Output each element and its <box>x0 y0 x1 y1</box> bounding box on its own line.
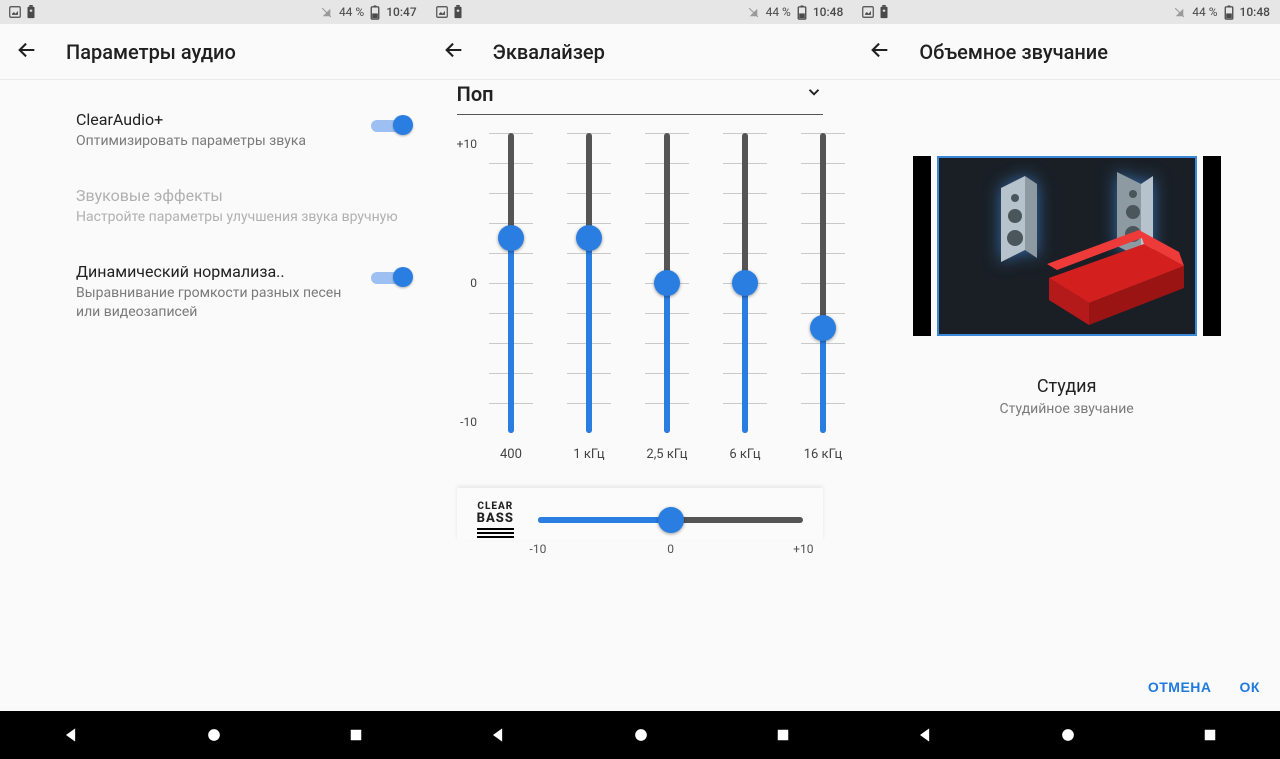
app-bar: Объемное звучание <box>853 24 1280 80</box>
eq-scale: +10 0 -10 <box>457 133 477 433</box>
surround-carousel[interactable] <box>869 126 1264 366</box>
back-icon[interactable] <box>869 39 891 65</box>
no-sim-icon <box>747 6 760 19</box>
nav-back-icon[interactable] <box>488 725 508 745</box>
status-bar: 44 % 10:48 <box>853 0 1280 24</box>
preset-card-studio[interactable] <box>937 156 1197 336</box>
eq-band-4[interactable]: 16 кГц <box>801 133 845 462</box>
clock: 10:47 <box>386 5 416 19</box>
setting-normalize[interactable]: Динамический нормализа.. Выравнивание гр… <box>16 248 411 342</box>
sofa-icon <box>1047 230 1184 325</box>
eq-band-label: 2,5 кГц <box>646 447 687 462</box>
nav-recent-icon[interactable] <box>1201 726 1219 744</box>
surround-preset-name: Студия <box>869 376 1264 397</box>
cancel-button[interactable]: ОТМЕНА <box>1148 679 1212 695</box>
setting-title: Динамический нормализа.. <box>76 262 361 282</box>
no-sim-icon <box>320 6 333 19</box>
nav-back-icon[interactable] <box>61 725 81 745</box>
switch-normalize[interactable] <box>371 266 411 288</box>
status-bar: 44 % 10:48 <box>427 0 854 24</box>
back-icon[interactable] <box>443 39 465 65</box>
system-navbar <box>0 711 427 759</box>
system-navbar <box>853 711 1280 759</box>
setting-title: ClearAudio+ <box>76 110 361 130</box>
ok-button[interactable]: ОК <box>1240 679 1260 695</box>
setting-sub: Настройте параметры улучшения звука вруч… <box>76 208 411 226</box>
image-icon <box>861 5 875 19</box>
clear-bass-logo: CLEAR BASS <box>477 502 514 538</box>
eq-band-3[interactable]: 6 кГц <box>723 133 767 462</box>
preset-selector[interactable]: Поп <box>457 80 824 115</box>
eq-band-label: 400 <box>500 447 522 462</box>
clock: 10:48 <box>813 5 843 19</box>
speaker-left-icon <box>1001 176 1037 262</box>
nav-home-icon[interactable] <box>204 725 224 745</box>
setting-sound-effects: Звуковые эффекты Настройте параметры улу… <box>16 172 411 248</box>
setting-title: Звуковые эффекты <box>76 186 411 206</box>
battery-icon <box>370 5 380 20</box>
surround-preset-desc: Студийное звучание <box>869 401 1264 417</box>
no-sim-icon <box>1173 6 1186 19</box>
screen-equalizer: 44 % 10:48 Эквалайзер Поп +10 0 -10 400 1… <box>427 0 854 711</box>
battery-icon <box>1224 5 1234 20</box>
eq-band-label: 1 кГц <box>573 447 604 462</box>
nav-home-icon[interactable] <box>1058 725 1078 745</box>
nav-recent-icon[interactable] <box>774 726 792 744</box>
setting-sub: Выравнивание громкости разных песен или … <box>76 284 361 320</box>
battery-icon <box>797 5 807 20</box>
eq-band-2[interactable]: 2,5 кГц <box>645 133 689 462</box>
battery-plus-icon <box>879 5 889 19</box>
preset-label: Поп <box>457 82 494 106</box>
page-title: Параметры аудио <box>66 40 236 64</box>
battery-plus-icon <box>26 5 36 19</box>
prev-card-edge[interactable] <box>913 156 931 336</box>
screen-surround: 44 % 10:48 Объемное звучание <box>853 0 1280 711</box>
battery-text: 44 % <box>1192 5 1217 19</box>
page-title: Эквалайзер <box>493 40 605 64</box>
eq-band-1[interactable]: 1 кГц <box>567 133 611 462</box>
setting-sub: Оптимизировать параметры звука <box>76 132 361 150</box>
nav-home-icon[interactable] <box>631 725 651 745</box>
clock: 10:48 <box>1240 5 1270 19</box>
system-navbar <box>427 711 854 759</box>
chevron-down-icon <box>805 83 823 105</box>
nav-back-icon[interactable] <box>915 725 935 745</box>
app-bar: Параметры аудио <box>0 24 427 80</box>
next-card-edge[interactable] <box>1203 156 1221 336</box>
screen-audio-settings: 44 % 10:47 Параметры аудио ClearAudio+ О… <box>0 0 427 711</box>
page-title: Объемное звучание <box>919 40 1108 64</box>
eq-band-label: 16 кГц <box>804 447 843 462</box>
nav-recent-icon[interactable] <box>347 726 365 744</box>
bass-slider[interactable]: -10 0 +10 <box>538 500 803 540</box>
app-bar: Эквалайзер <box>427 24 854 80</box>
clear-bass-panel: CLEAR BASS -10 0 +10 <box>457 488 824 540</box>
eq-sliders: 400 1 кГц 2,5 кГц 6 кГц 16 кГц <box>487 133 847 462</box>
back-icon[interactable] <box>16 39 38 65</box>
setting-clearaudio[interactable]: ClearAudio+ Оптимизировать параметры зву… <box>16 96 411 172</box>
battery-text: 44 % <box>339 5 364 19</box>
eq-band-label: 6 кГц <box>729 447 760 462</box>
switch-clearaudio[interactable] <box>371 114 411 136</box>
image-icon <box>435 5 449 19</box>
status-bar: 44 % 10:47 <box>0 0 427 24</box>
system-navbar-row <box>0 711 1280 759</box>
eq-band-0[interactable]: 400 <box>489 133 533 462</box>
battery-plus-icon <box>453 5 463 19</box>
image-icon <box>8 5 22 19</box>
battery-text: 44 % <box>766 5 791 19</box>
